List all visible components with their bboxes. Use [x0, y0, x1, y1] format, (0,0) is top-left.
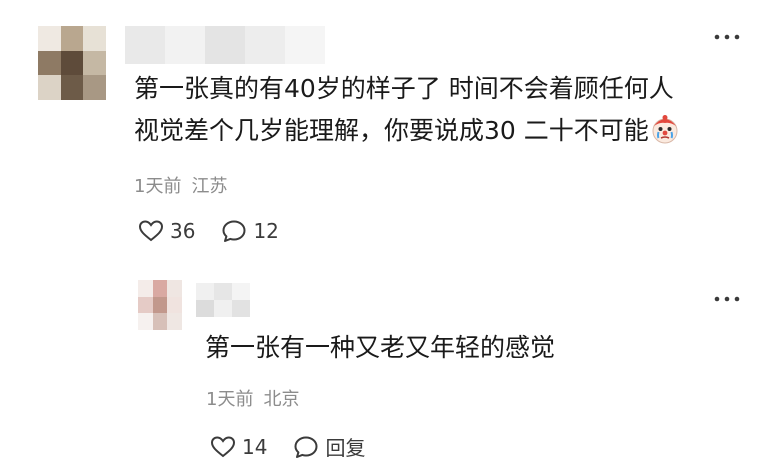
reply-text: 第一张有一种又老又年轻的感觉 — [205, 333, 556, 362]
reply-username-blurred[interactable] — [196, 283, 250, 317]
avatar-mosaic-cell — [60, 50, 84, 76]
avatar-mosaic-cell — [83, 50, 106, 76]
clown-crying-icon — [652, 115, 678, 144]
reply-count: 12 — [253, 219, 279, 243]
reply-button[interactable]: 回复 — [293, 432, 365, 461]
timestamp: 1天前 — [206, 389, 254, 410]
reply-more-options-button[interactable] — [712, 294, 742, 310]
comment-actions: 36 12 — [138, 219, 305, 243]
username-mosaic-cell — [165, 26, 205, 64]
comment-bubble-icon — [294, 436, 318, 458]
like-count: 14 — [242, 434, 268, 459]
more-dots-icon — [714, 296, 740, 302]
avatar-mosaic-cell — [167, 296, 182, 314]
avatar-mosaic-cell — [83, 26, 106, 51]
comment-text-line: 第一张真的有40岁的样子了 时间不会着顾任何人 — [134, 74, 674, 103]
reply-actions: 14 回复 — [210, 432, 391, 461]
comment-meta: 1天前 江苏 — [134, 172, 227, 198]
username-mosaic-cell — [232, 300, 250, 317]
location: 江苏 — [191, 176, 228, 197]
reply-avatar[interactable] — [138, 280, 182, 330]
username-mosaic-cell — [205, 26, 245, 64]
heart-outline-icon — [210, 435, 236, 457]
username-mosaic-cell — [245, 26, 285, 64]
username-mosaic-cell — [196, 300, 214, 317]
avatar-mosaic-cell — [167, 280, 182, 297]
avatar-mosaic-cell — [138, 280, 153, 297]
avatar-mosaic-cell — [152, 313, 168, 330]
username-mosaic-cell — [214, 300, 232, 317]
more-dots-icon — [714, 34, 740, 40]
location: 北京 — [263, 389, 300, 410]
avatar-mosaic-cell — [83, 75, 106, 100]
heart-outline-icon — [138, 220, 164, 242]
avatar[interactable] — [38, 26, 106, 100]
avatar-mosaic-cell — [38, 50, 61, 76]
avatar-mosaic-cell — [152, 296, 168, 314]
username-mosaic-cell — [285, 26, 325, 64]
username-mosaic-cell — [125, 26, 165, 64]
avatar-mosaic-cell — [38, 75, 61, 100]
comment-text-line: 视觉差个几岁能理解，你要说成30 二十不可能 — [134, 112, 680, 150]
like-button[interactable]: 14 — [210, 435, 267, 459]
comment-bubble-icon — [222, 220, 246, 242]
avatar-mosaic-cell — [60, 26, 84, 51]
reply-label: 回复 — [325, 436, 366, 460]
avatar-mosaic-cell — [167, 313, 182, 330]
like-button[interactable]: 36 — [138, 219, 195, 243]
avatar-mosaic-cell — [138, 296, 153, 314]
more-options-button[interactable] — [712, 32, 742, 48]
reply-meta: 1天前 北京 — [206, 385, 299, 411]
username-mosaic-cell — [196, 283, 214, 300]
reply-button[interactable]: 12 — [221, 219, 279, 243]
avatar-mosaic-cell — [152, 280, 168, 297]
username-mosaic-cell — [214, 283, 232, 300]
comment-text-span: 视觉差个几岁能理解，你要说成30 二十不可能 — [134, 116, 649, 145]
avatar-mosaic-cell — [38, 26, 61, 51]
avatar-mosaic-cell — [60, 75, 84, 100]
like-count: 36 — [170, 219, 196, 243]
avatar-mosaic-cell — [138, 313, 153, 330]
username-blurred[interactable] — [125, 26, 325, 66]
username-mosaic-cell — [232, 283, 250, 300]
timestamp: 1天前 — [134, 176, 182, 197]
